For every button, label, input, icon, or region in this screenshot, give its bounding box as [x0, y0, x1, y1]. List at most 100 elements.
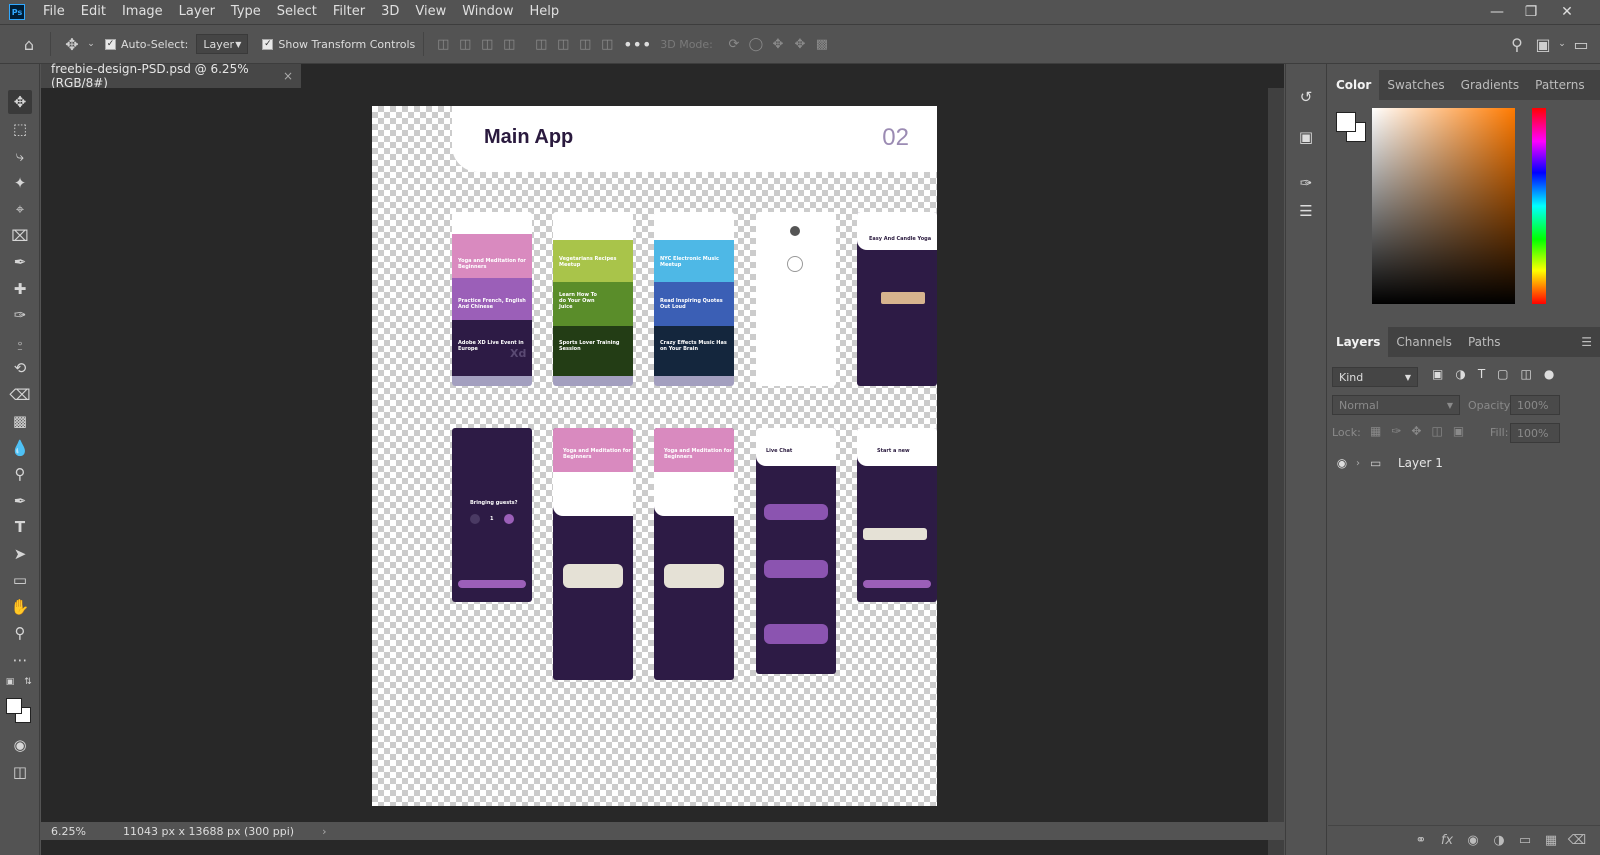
3d-slide-icon[interactable]: ✥ — [789, 33, 811, 55]
3d-orbit-icon[interactable]: ⟳ — [723, 33, 745, 55]
quick-mask-icon[interactable]: ◉ — [8, 733, 32, 757]
path-select-icon[interactable]: ➤ — [8, 542, 32, 566]
crop-icon[interactable]: ⌖ — [8, 197, 32, 221]
brush-icon[interactable]: ✑ — [8, 303, 32, 327]
tab-channels[interactable]: Channels — [1388, 327, 1460, 357]
tab-swatches[interactable]: Swatches — [1379, 70, 1452, 100]
new-group-icon[interactable]: ▭ — [1512, 833, 1538, 848]
minimize-icon[interactable]: — — [1480, 0, 1514, 24]
foreground-color-swatch[interactable] — [6, 698, 22, 714]
zoom-level[interactable]: 6.25% — [51, 825, 113, 838]
menu-3d[interactable]: 3D — [373, 0, 407, 24]
search-icon[interactable]: ⚲ — [1504, 31, 1530, 57]
eyedropper-icon[interactable]: ✒ — [8, 250, 32, 274]
menu-help[interactable]: Help — [522, 0, 568, 24]
align-right-icon[interactable]: ◫ — [476, 33, 498, 55]
layer-row[interactable]: ◉ › ▭ Layer 1 — [1328, 449, 1600, 477]
3d-pan-icon[interactable]: ✥ — [767, 33, 789, 55]
pen-icon[interactable]: ✒ — [8, 489, 32, 513]
type-filter-icon[interactable]: T — [1478, 367, 1485, 381]
stamp-icon[interactable]: ⍛ — [8, 330, 32, 354]
move-icon[interactable]: ✥ — [8, 90, 32, 114]
default-colors-icon[interactable]: ▣ — [4, 676, 16, 688]
home-icon[interactable]: ⌂ — [16, 31, 42, 57]
share-icon[interactable]: ▭ — [1568, 31, 1594, 57]
chevron-down-icon[interactable]: ⌄ — [1556, 31, 1568, 57]
tab-layers[interactable]: Layers — [1328, 327, 1389, 357]
tab-gradients[interactable]: Gradients — [1453, 70, 1527, 100]
foreground-color-swatch[interactable] — [1336, 112, 1356, 132]
more-options-icon[interactable]: ••• — [623, 31, 651, 57]
3d-roll-icon[interactable]: ◯ — [745, 33, 767, 55]
chevron-down-icon[interactable]: ⌄ — [85, 31, 97, 57]
adjustment-layer-icon[interactable]: ◑ — [1486, 833, 1512, 848]
delete-layer-icon[interactable]: ⌫ — [1564, 833, 1590, 848]
close-window-icon[interactable]: ✕ — [1550, 0, 1584, 24]
healing-icon[interactable]: ✚ — [8, 277, 32, 301]
menu-select[interactable]: Select — [269, 0, 325, 24]
hue-slider[interactable] — [1532, 108, 1546, 304]
artboard-canvas[interactable]: Main App 02 Yoga and Meditation for Begi… — [372, 106, 937, 806]
filter-toggle-icon[interactable]: ● — [1544, 367, 1554, 381]
eye-icon[interactable]: ◉ — [1328, 456, 1356, 470]
eraser-icon[interactable]: ⌫ — [8, 383, 32, 407]
rectangle-icon[interactable]: ▭ — [8, 568, 32, 592]
lock-artboard-icon[interactable]: ◫ — [1431, 424, 1442, 438]
menu-edit[interactable]: Edit — [73, 0, 114, 24]
gradient-icon[interactable]: ▩ — [8, 409, 32, 433]
panel-menu-icon[interactable]: ☰ — [1573, 327, 1600, 357]
magic-wand-icon[interactable]: ✦ — [8, 171, 32, 195]
type-icon[interactable]: T — [8, 515, 32, 539]
distribute-vertical-icon[interactable]: ◫ — [596, 33, 618, 55]
tab-patterns[interactable]: Patterns — [1527, 70, 1592, 100]
adjustments-icon[interactable]: ☰ — [1295, 200, 1317, 222]
menu-filter[interactable]: Filter — [325, 0, 373, 24]
menu-layer[interactable]: Layer — [171, 0, 223, 24]
opacity-input[interactable]: 100% — [1510, 395, 1560, 415]
panel-menu-icon[interactable]: ☰ — [1593, 70, 1600, 100]
chevron-right-icon[interactable]: › — [1356, 458, 1370, 469]
lock-position-icon[interactable]: ✥ — [1411, 424, 1421, 438]
auto-select-dropdown[interactable]: Layer ▼ — [196, 34, 249, 54]
new-layer-icon[interactable]: ▦ — [1538, 833, 1564, 848]
close-tab-icon[interactable]: × — [283, 69, 293, 83]
workspace-icon[interactable]: ▣ — [1530, 31, 1556, 57]
blur-icon[interactable]: 💧 — [8, 436, 32, 460]
align-top-icon[interactable]: ◫ — [530, 33, 552, 55]
shape-filter-icon[interactable]: ▢ — [1497, 367, 1508, 381]
hand-icon[interactable]: ✋ — [8, 595, 32, 619]
menu-image[interactable]: Image — [114, 0, 171, 24]
lock-transparent-icon[interactable]: ▦ — [1370, 424, 1381, 438]
marquee-icon[interactable]: ⬚ — [8, 117, 32, 141]
show-transform-checkbox[interactable]: ✓ Show Transform Controls — [262, 38, 415, 51]
document-tab[interactable]: freebie-design-PSD.psd @ 6.25% (RGB/8#) … — [41, 62, 301, 90]
fill-input[interactable]: 100% — [1510, 423, 1560, 443]
lasso-icon[interactable]: ⤷ — [8, 144, 32, 168]
dodge-icon[interactable]: ⚲ — [8, 462, 32, 486]
auto-select-checkbox[interactable]: ✓ Auto-Select: — [105, 38, 188, 51]
edit-toolbar-icon[interactable]: ⋯ — [8, 648, 32, 672]
3d-camera-icon[interactable]: ▩ — [811, 33, 833, 55]
menu-view[interactable]: View — [407, 0, 454, 24]
screen-mode-icon[interactable]: ◫ — [8, 760, 32, 784]
menu-window[interactable]: Window — [454, 0, 521, 24]
history-icon[interactable]: ↺ — [1295, 86, 1317, 108]
align-middle-icon[interactable]: ◫ — [552, 33, 574, 55]
3d-panel-icon[interactable]: ▣ — [1295, 126, 1317, 148]
tab-color[interactable]: Color — [1328, 70, 1380, 100]
align-center-icon[interactable]: ◫ — [454, 33, 476, 55]
zoom-icon[interactable]: ⚲ — [8, 621, 32, 645]
add-mask-icon[interactable]: ◉ — [1460, 833, 1486, 848]
distribute-horizontal-icon[interactable]: ◫ — [498, 33, 520, 55]
smart-object-filter-icon[interactable]: ◫ — [1521, 367, 1532, 381]
adjustment-filter-icon[interactable]: ◑ — [1455, 367, 1465, 381]
lock-pixels-icon[interactable]: ✑ — [1391, 424, 1401, 438]
link-layers-icon[interactable]: ⚭ — [1408, 833, 1434, 848]
menu-type[interactable]: Type — [223, 0, 269, 24]
restore-icon[interactable]: ❐ — [1514, 0, 1548, 24]
frame-icon[interactable]: ⌧ — [8, 224, 32, 248]
lock-all-icon[interactable]: ▣ — [1453, 424, 1464, 438]
history-brush-icon[interactable]: ⟲ — [8, 356, 32, 380]
menu-file[interactable]: File — [35, 0, 73, 24]
align-left-icon[interactable]: ◫ — [432, 33, 454, 55]
